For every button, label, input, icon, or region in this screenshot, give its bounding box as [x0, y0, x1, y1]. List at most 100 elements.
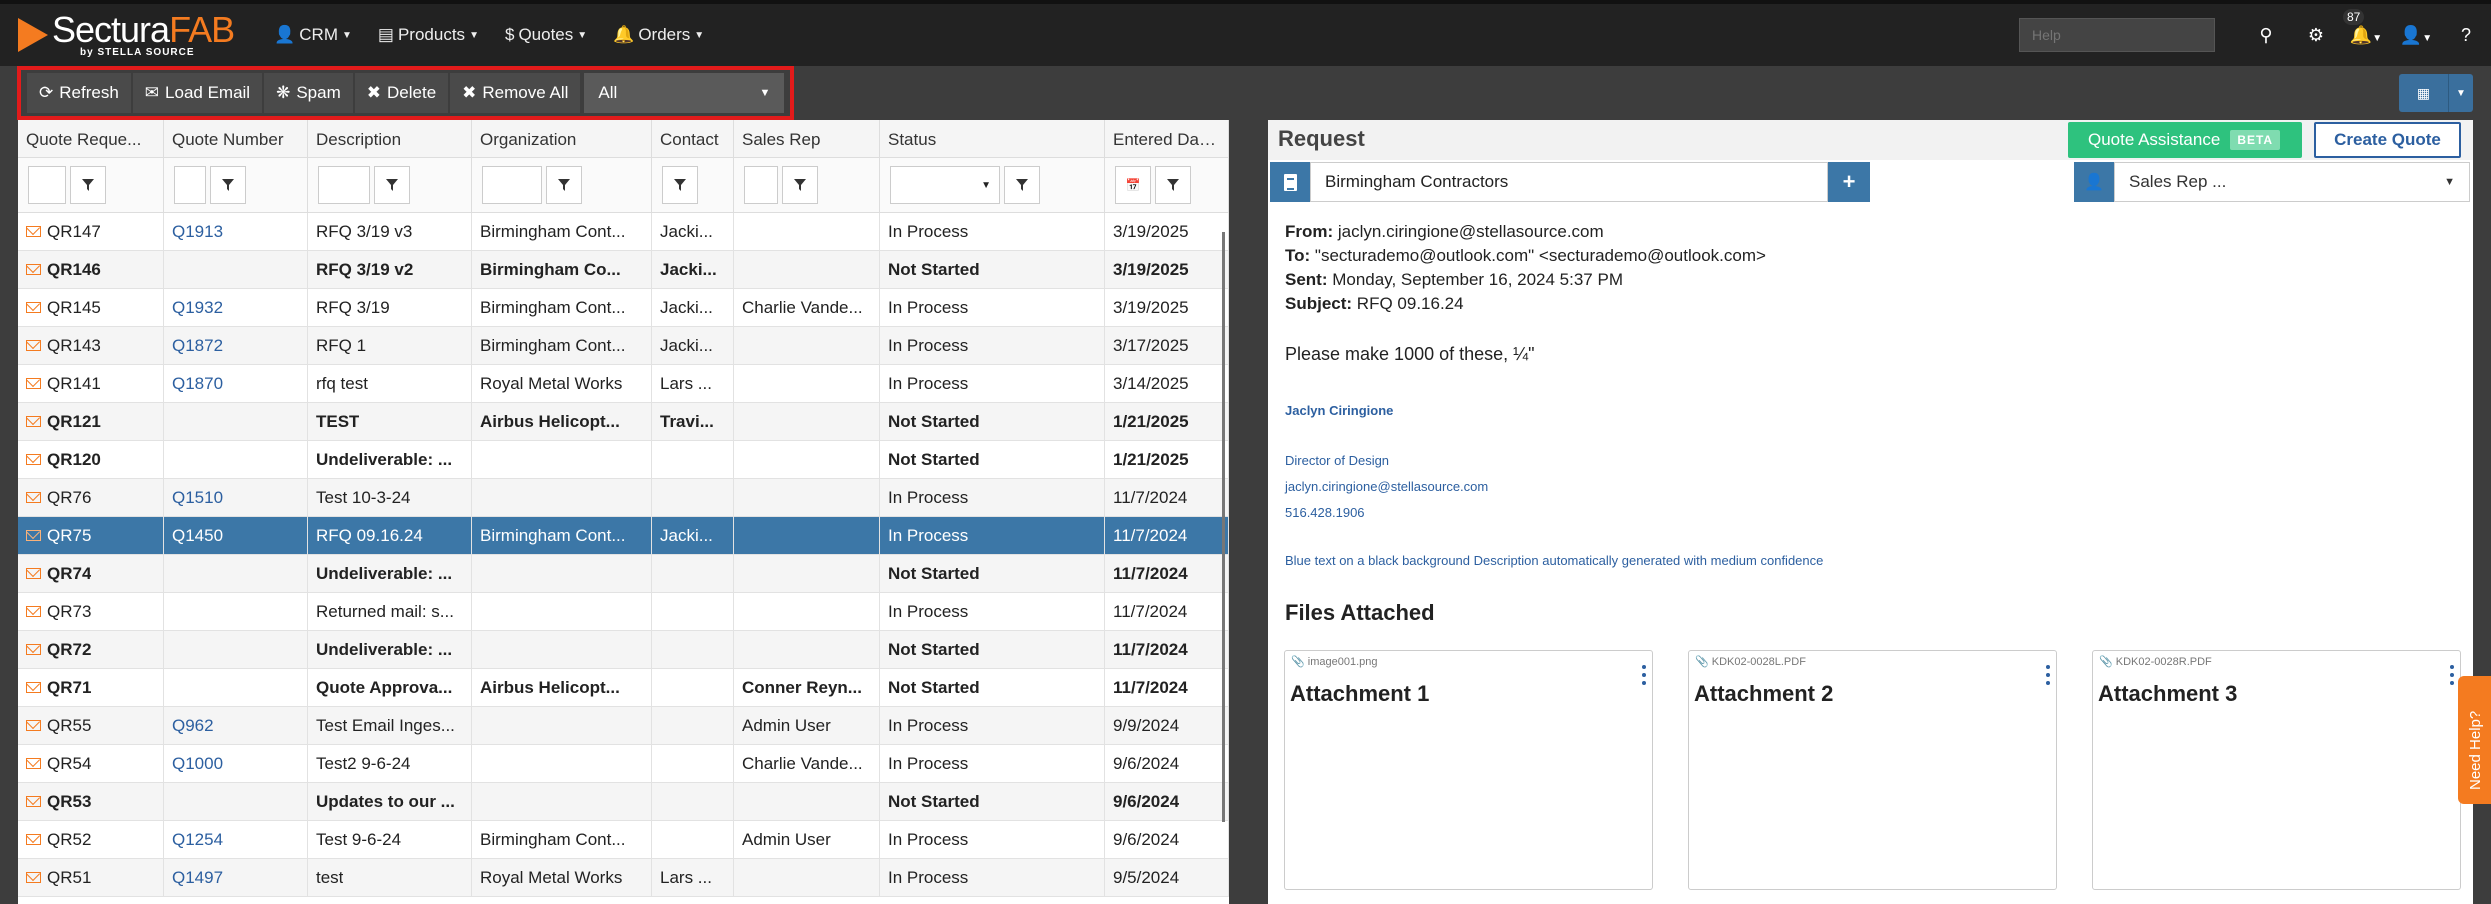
table-cell-quote[interactable]: Q1932 [164, 289, 308, 326]
delete-button[interactable]: ✖ Delete [354, 73, 449, 113]
filter-icon[interactable] [70, 166, 106, 204]
table-cell-quote[interactable]: Q1497 [164, 859, 308, 896]
table-row[interactable]: QR76 Q1510 Test 10-3-24 In Process 11/7/2024 [18, 479, 1229, 517]
table-cell-quote[interactable]: Q1913 [164, 213, 308, 250]
table-row[interactable]: QR147 Q1913 RFQ 3/19 v3 Birmingham Cont... J… [18, 213, 1229, 251]
table-cell-quote[interactable]: Q1450 [164, 517, 308, 554]
sectura-fab-logo[interactable]: SecturaFAB by STELLA SOURCE [18, 5, 235, 65]
table-cell-quote[interactable] [164, 669, 308, 706]
filter-icon[interactable] [546, 166, 582, 204]
table-row[interactable]: QR72 Undeliverable: ... Not Started 11/7/20… [18, 631, 1229, 669]
table-cell-quote[interactable] [164, 441, 308, 478]
nav-crm[interactable]: 👤 CRM ▼ [264, 17, 362, 53]
kebab-menu-icon[interactable] [1642, 665, 1646, 685]
table-row[interactable]: QR52 Q1254 Test 9-6-24 Birmingham Cont... Ad… [18, 821, 1229, 859]
help-question-icon[interactable]: ? [2441, 25, 2491, 46]
table-row[interactable]: QR53 Updates to our ... Not Started 9/6/202… [18, 783, 1229, 821]
table-row[interactable]: QR146 RFQ 3/19 v2 Birmingham Co... Jacki...… [18, 251, 1229, 289]
column-header[interactable]: Description [308, 120, 472, 157]
help-search-input[interactable] [2019, 18, 2215, 52]
table-row[interactable]: QR120 Undeliverable: ... Not Started 1/21/2… [18, 441, 1229, 479]
create-quote-button[interactable]: Create Quote [2314, 122, 2461, 158]
table-row[interactable]: QR54 Q1000 Test2 9-6-24 Charlie Vande... In … [18, 745, 1229, 783]
table-cell-quote[interactable]: Q1870 [164, 365, 308, 402]
cell-text[interactable]: Q962 [172, 716, 214, 736]
filter-select[interactable]: All ▼ [584, 73, 785, 113]
notifications-button[interactable]: 87 🔔▼ [2341, 8, 2391, 46]
user-menu-button[interactable]: 👤▼ [2391, 25, 2441, 46]
table-cell-quote[interactable] [164, 555, 308, 592]
search-icon[interactable]: ⚲ [2241, 25, 2291, 46]
column-header[interactable]: Quote Reque... [18, 120, 164, 157]
cell-text[interactable]: Q1932 [172, 298, 223, 318]
table-cell-quote[interactable] [164, 631, 308, 668]
table-row[interactable]: QR121 TEST Airbus Helicopt... Travi... Not S… [18, 403, 1229, 441]
filter-input[interactable] [174, 166, 206, 204]
filter-input[interactable] [28, 166, 66, 204]
table-cell-quote[interactable]: Q1254 [164, 821, 308, 858]
table-row[interactable]: QR55 Q962 Test Email Inges... Admin User In … [18, 707, 1229, 745]
table-row[interactable]: QR75 Q1450 RFQ 09.16.24 Birmingham Cont... J… [18, 517, 1229, 555]
organization-field[interactable]: Birmingham Contractors [1310, 162, 1828, 202]
attachment-card[interactable]: 📎 KDK02-0028R.PDF Attachment 3 [2092, 650, 2461, 890]
grid-scrollbar[interactable] [1222, 232, 1225, 822]
table-cell-quote[interactable] [164, 251, 308, 288]
column-header[interactable]: Status [880, 120, 1105, 157]
filter-icon[interactable] [1155, 166, 1191, 204]
kebab-menu-icon[interactable] [2450, 665, 2454, 685]
table-row[interactable]: QR73 Returned mail: s... In Process 11/7/20… [18, 593, 1229, 631]
table-cell-quote[interactable]: Q1510 [164, 479, 308, 516]
table-cell-quote[interactable]: Q1872 [164, 327, 308, 364]
filter-icon[interactable] [662, 166, 698, 204]
load-email-button[interactable]: ✉ Load Email [132, 73, 263, 113]
gear-icon[interactable]: ⚙ [2291, 25, 2341, 46]
spam-button[interactable]: ❋ Spam [264, 73, 353, 113]
cell-text[interactable]: Q1510 [172, 488, 223, 508]
cell-text[interactable]: Q1497 [172, 868, 223, 888]
filter-input[interactable] [482, 166, 542, 204]
table-row[interactable]: QR71 Quote Approva... Airbus Helicopt... Co… [18, 669, 1229, 707]
calendar-icon[interactable]: 📅 [1115, 166, 1151, 204]
table-cell-quote[interactable]: Q962 [164, 707, 308, 744]
quote-assistance-button[interactable]: Quote Assistance BETA [2068, 122, 2302, 158]
signature-email[interactable]: jaclyn.ciringione@stellasource.com [1285, 478, 2435, 496]
attachment-card[interactable]: 📎 KDK02-0028L.PDF Attachment 2 [1688, 650, 2057, 890]
filter-icon[interactable] [374, 166, 410, 204]
attachment-card[interactable]: 📎 image001.png Attachment 1 [1284, 650, 1653, 890]
column-header[interactable]: Sales Rep [734, 120, 880, 157]
table-cell-quote[interactable] [164, 783, 308, 820]
table-cell-quote[interactable]: Q1000 [164, 745, 308, 782]
cell-text[interactable]: Q1450 [172, 526, 223, 546]
sales-rep-select[interactable]: Sales Rep ... ▼ [2114, 162, 2470, 202]
nav-products[interactable]: ▤ Products ▼ [368, 17, 489, 53]
nav-quotes[interactable]: $ Quotes ▼ [495, 17, 597, 53]
remove-all-button[interactable]: ✖ Remove All [450, 73, 581, 113]
table-row[interactable]: QR143 Q1872 RFQ 1 Birmingham Cont... Jacki..… [18, 327, 1229, 365]
filter-input[interactable] [318, 166, 370, 204]
cell-text[interactable]: Q1870 [172, 374, 223, 394]
add-organization-button[interactable]: + [1828, 162, 1870, 202]
cell-text[interactable]: Q1000 [172, 754, 223, 774]
column-header[interactable]: Contact [652, 120, 734, 157]
filter-icon[interactable] [1004, 166, 1040, 204]
cell-text[interactable]: Q1913 [172, 222, 223, 242]
grid-view-button[interactable]: ▦ ▼ [2399, 74, 2473, 112]
filter-input[interactable]: ▼ [890, 166, 1000, 204]
cell-text[interactable]: Q1254 [172, 830, 223, 850]
filter-icon[interactable] [210, 166, 246, 204]
refresh-button[interactable]: ⟳ Refresh [27, 73, 131, 113]
filter-icon[interactable] [782, 166, 818, 204]
nav-orders[interactable]: 🔔 Orders ▼ [603, 17, 714, 53]
cell-text[interactable]: Q1872 [172, 336, 223, 356]
table-row[interactable]: QR141 Q1870 rfq test Royal Metal Works Lars … [18, 365, 1229, 403]
column-header[interactable]: Entered Date... [1105, 120, 1229, 157]
column-header[interactable]: Organization [472, 120, 652, 157]
table-cell-quote[interactable] [164, 403, 308, 440]
table-row[interactable]: QR145 Q1932 RFQ 3/19 Birmingham Cont... Jack… [18, 289, 1229, 327]
table-row[interactable]: QR51 Q1497 test Royal Metal Works Lars ... In… [18, 859, 1229, 897]
table-row[interactable]: QR74 Undeliverable: ... Not Started 11/7/20… [18, 555, 1229, 593]
kebab-menu-icon[interactable] [2046, 665, 2050, 685]
column-header[interactable]: Quote Number [164, 120, 308, 157]
need-help-tab[interactable]: Need Help? [2458, 676, 2491, 804]
filter-input[interactable] [744, 166, 778, 204]
